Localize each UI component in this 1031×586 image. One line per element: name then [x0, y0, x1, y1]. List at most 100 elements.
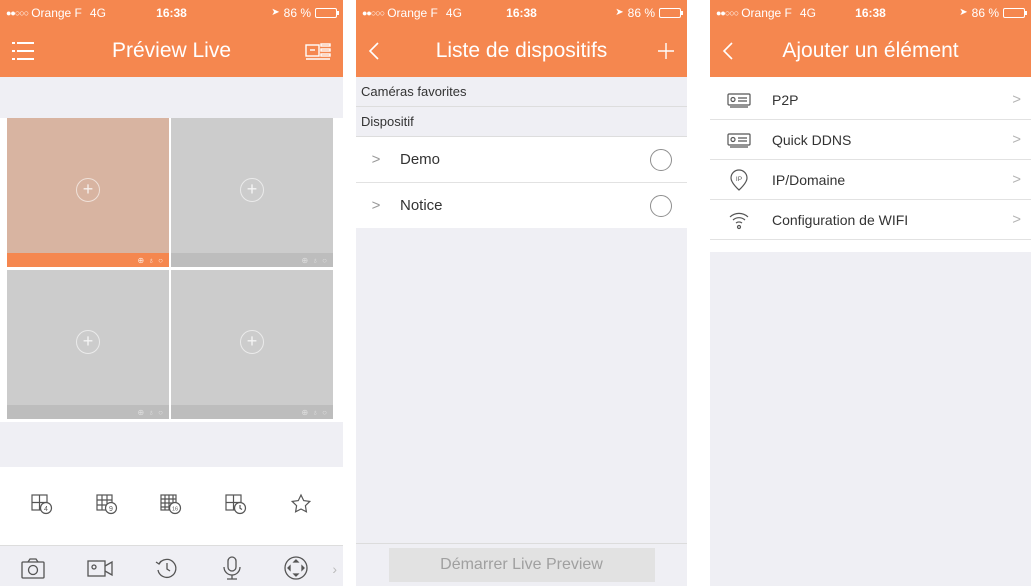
- add-item-wifi-config[interactable]: Configuration de WIFI >: [710, 200, 1031, 240]
- zoom-icon: ⊕: [137, 407, 145, 417]
- record-dot-icon: ○: [322, 255, 327, 265]
- nav-bar: Préview Live: [0, 25, 343, 77]
- add-camera-icon[interactable]: +: [76, 178, 100, 202]
- tile-status-bar: ⊕ ♁ ○: [7, 253, 169, 267]
- network-label: 4G: [89, 5, 106, 20]
- battery-icon: [659, 7, 683, 18]
- nav-bar: Ajouter un élément: [710, 25, 1031, 77]
- add-item-p2p[interactable]: P2P >: [710, 80, 1031, 120]
- add-item-quick-ddns[interactable]: Quick DDNS >: [710, 120, 1031, 160]
- chevron-right-icon: >: [1012, 131, 1021, 148]
- video-tile-3[interactable]: + ⊕ ♁ ○: [7, 270, 169, 419]
- chevron-right-icon: >: [1012, 91, 1021, 108]
- dvr-icon: [720, 92, 758, 108]
- camera-icon[interactable]: [20, 556, 46, 585]
- svg-text:9: 9: [109, 506, 113, 513]
- dvr-icon: [720, 132, 758, 148]
- layout-16-icon[interactable]: 16: [160, 493, 182, 520]
- expand-chevron-icon[interactable]: >: [356, 197, 396, 214]
- carrier-label: Orange F: [741, 5, 792, 20]
- item-label: Quick DDNS: [772, 131, 852, 148]
- ptz-icon[interactable]: [283, 555, 309, 586]
- ip-pin-icon: IP: [720, 168, 758, 191]
- item-label: P2P: [772, 91, 799, 108]
- more-tools-chevron-icon[interactable]: ›: [332, 561, 337, 577]
- layout-4-icon[interactable]: 4: [31, 493, 53, 520]
- add-camera-icon[interactable]: +: [240, 178, 264, 202]
- page-title: Préview Live: [111, 39, 232, 62]
- microphone-icon[interactable]: [221, 555, 243, 586]
- tile-status-bar: ⊕ ♁ ○: [171, 253, 333, 267]
- add-device-icon[interactable]: [657, 25, 675, 77]
- mic-icon: ♁: [148, 407, 155, 417]
- layout-toolbar: 4 9 16: [0, 467, 343, 545]
- location-arrow-icon: ➤: [959, 7, 968, 18]
- select-radio[interactable]: [650, 195, 672, 217]
- video-grid: + ⊕ ♁ ○ + ⊕ ♁ ○ + ⊕ ♁ ○ + ⊕ ♁ ○: [0, 118, 343, 422]
- battery-icon: [1003, 7, 1027, 18]
- back-icon[interactable]: [722, 25, 734, 77]
- zoom-icon: ⊕: [137, 255, 145, 265]
- top-spacer: [0, 77, 343, 118]
- preview-live-screen: ●●○○○ Orange F 4G 16:38 ➤ 86 % Préview L…: [0, 0, 343, 586]
- middle-spacer: [0, 422, 343, 467]
- zoom-icon: ⊕: [301, 255, 309, 265]
- zoom-icon: ⊕: [301, 407, 309, 417]
- signal-dots: ●●○○○: [6, 7, 29, 18]
- device-row-notice[interactable]: > Notice: [356, 183, 687, 229]
- bottom-bar: Démarrer Live Preview: [356, 543, 687, 586]
- add-camera-icon[interactable]: +: [76, 330, 100, 354]
- signal-dots: ●●○○○: [716, 7, 739, 18]
- mic-icon: ♁: [148, 255, 155, 265]
- list-menu-icon[interactable]: [12, 25, 34, 77]
- device-name: Demo: [400, 151, 441, 168]
- device-name: Notice: [400, 197, 443, 214]
- wifi-icon: [720, 210, 758, 230]
- mic-icon: ♁: [312, 255, 319, 265]
- favorite-star-icon[interactable]: [290, 493, 312, 520]
- nav-bar: Liste de dispositifs: [356, 25, 687, 77]
- empty-list-area: [356, 228, 687, 586]
- control-toolbar: ›: [0, 545, 343, 586]
- svg-text:IP: IP: [736, 176, 742, 183]
- video-tile-4[interactable]: + ⊕ ♁ ○: [171, 270, 333, 419]
- device-list-screen: ●●○○○ Orange F 4G 16:38 ➤ 86 % Liste de …: [356, 0, 687, 586]
- item-label: Configuration de WIFI: [772, 211, 909, 228]
- start-live-preview-button[interactable]: Démarrer Live Preview: [388, 548, 655, 582]
- signal-dots: ●●○○○: [362, 7, 385, 18]
- video-tile-1[interactable]: + ⊕ ♁ ○: [7, 118, 169, 267]
- add-element-screen: ●●○○○ Orange F 4G 16:38 ➤ 86 % Ajouter u…: [710, 0, 1031, 586]
- device-row-demo[interactable]: > Demo: [356, 137, 687, 183]
- page-title: Ajouter un élément: [782, 39, 959, 62]
- layout-sequence-icon[interactable]: [225, 493, 247, 520]
- tile-status-bar: ⊕ ♁ ○: [7, 405, 169, 419]
- record-dot-icon: ○: [158, 255, 163, 265]
- record-dot-icon: ○: [158, 407, 163, 417]
- back-icon[interactable]: [368, 25, 380, 77]
- status-bar: ●●○○○ Orange F 4G 16:38 ➤ 86 %: [356, 0, 687, 25]
- video-tile-2[interactable]: + ⊕ ♁ ○: [171, 118, 333, 267]
- add-item-ip-domain[interactable]: IP IP/Domaine >: [710, 160, 1031, 200]
- battery-icon: [315, 7, 339, 18]
- chevron-right-icon: >: [1012, 211, 1021, 228]
- network-label: 4G: [799, 5, 816, 20]
- record-icon[interactable]: [86, 556, 114, 585]
- status-time: 16:38: [855, 5, 886, 20]
- select-radio[interactable]: [650, 149, 672, 171]
- layout-9-icon[interactable]: 9: [96, 493, 118, 520]
- battery-percent: 86 %: [283, 5, 311, 20]
- add-camera-icon[interactable]: +: [240, 330, 264, 354]
- status-time: 16:38: [506, 5, 537, 20]
- status-bar: ●●○○○ Orange F 4G 16:38 ➤ 86 %: [0, 0, 343, 25]
- playback-icon[interactable]: [154, 555, 180, 586]
- device-list-icon[interactable]: [305, 25, 331, 77]
- item-label: IP/Domaine: [772, 171, 846, 188]
- section-devices-header: Dispositif: [356, 107, 687, 137]
- section-favorites-header: Caméras favorites: [356, 77, 687, 107]
- expand-chevron-icon[interactable]: >: [356, 151, 396, 168]
- mic-icon: ♁: [312, 407, 319, 417]
- carrier-label: Orange F: [387, 5, 438, 20]
- svg-text:16: 16: [172, 506, 178, 512]
- status-time: 16:38: [156, 5, 187, 20]
- battery-percent: 86 %: [627, 5, 655, 20]
